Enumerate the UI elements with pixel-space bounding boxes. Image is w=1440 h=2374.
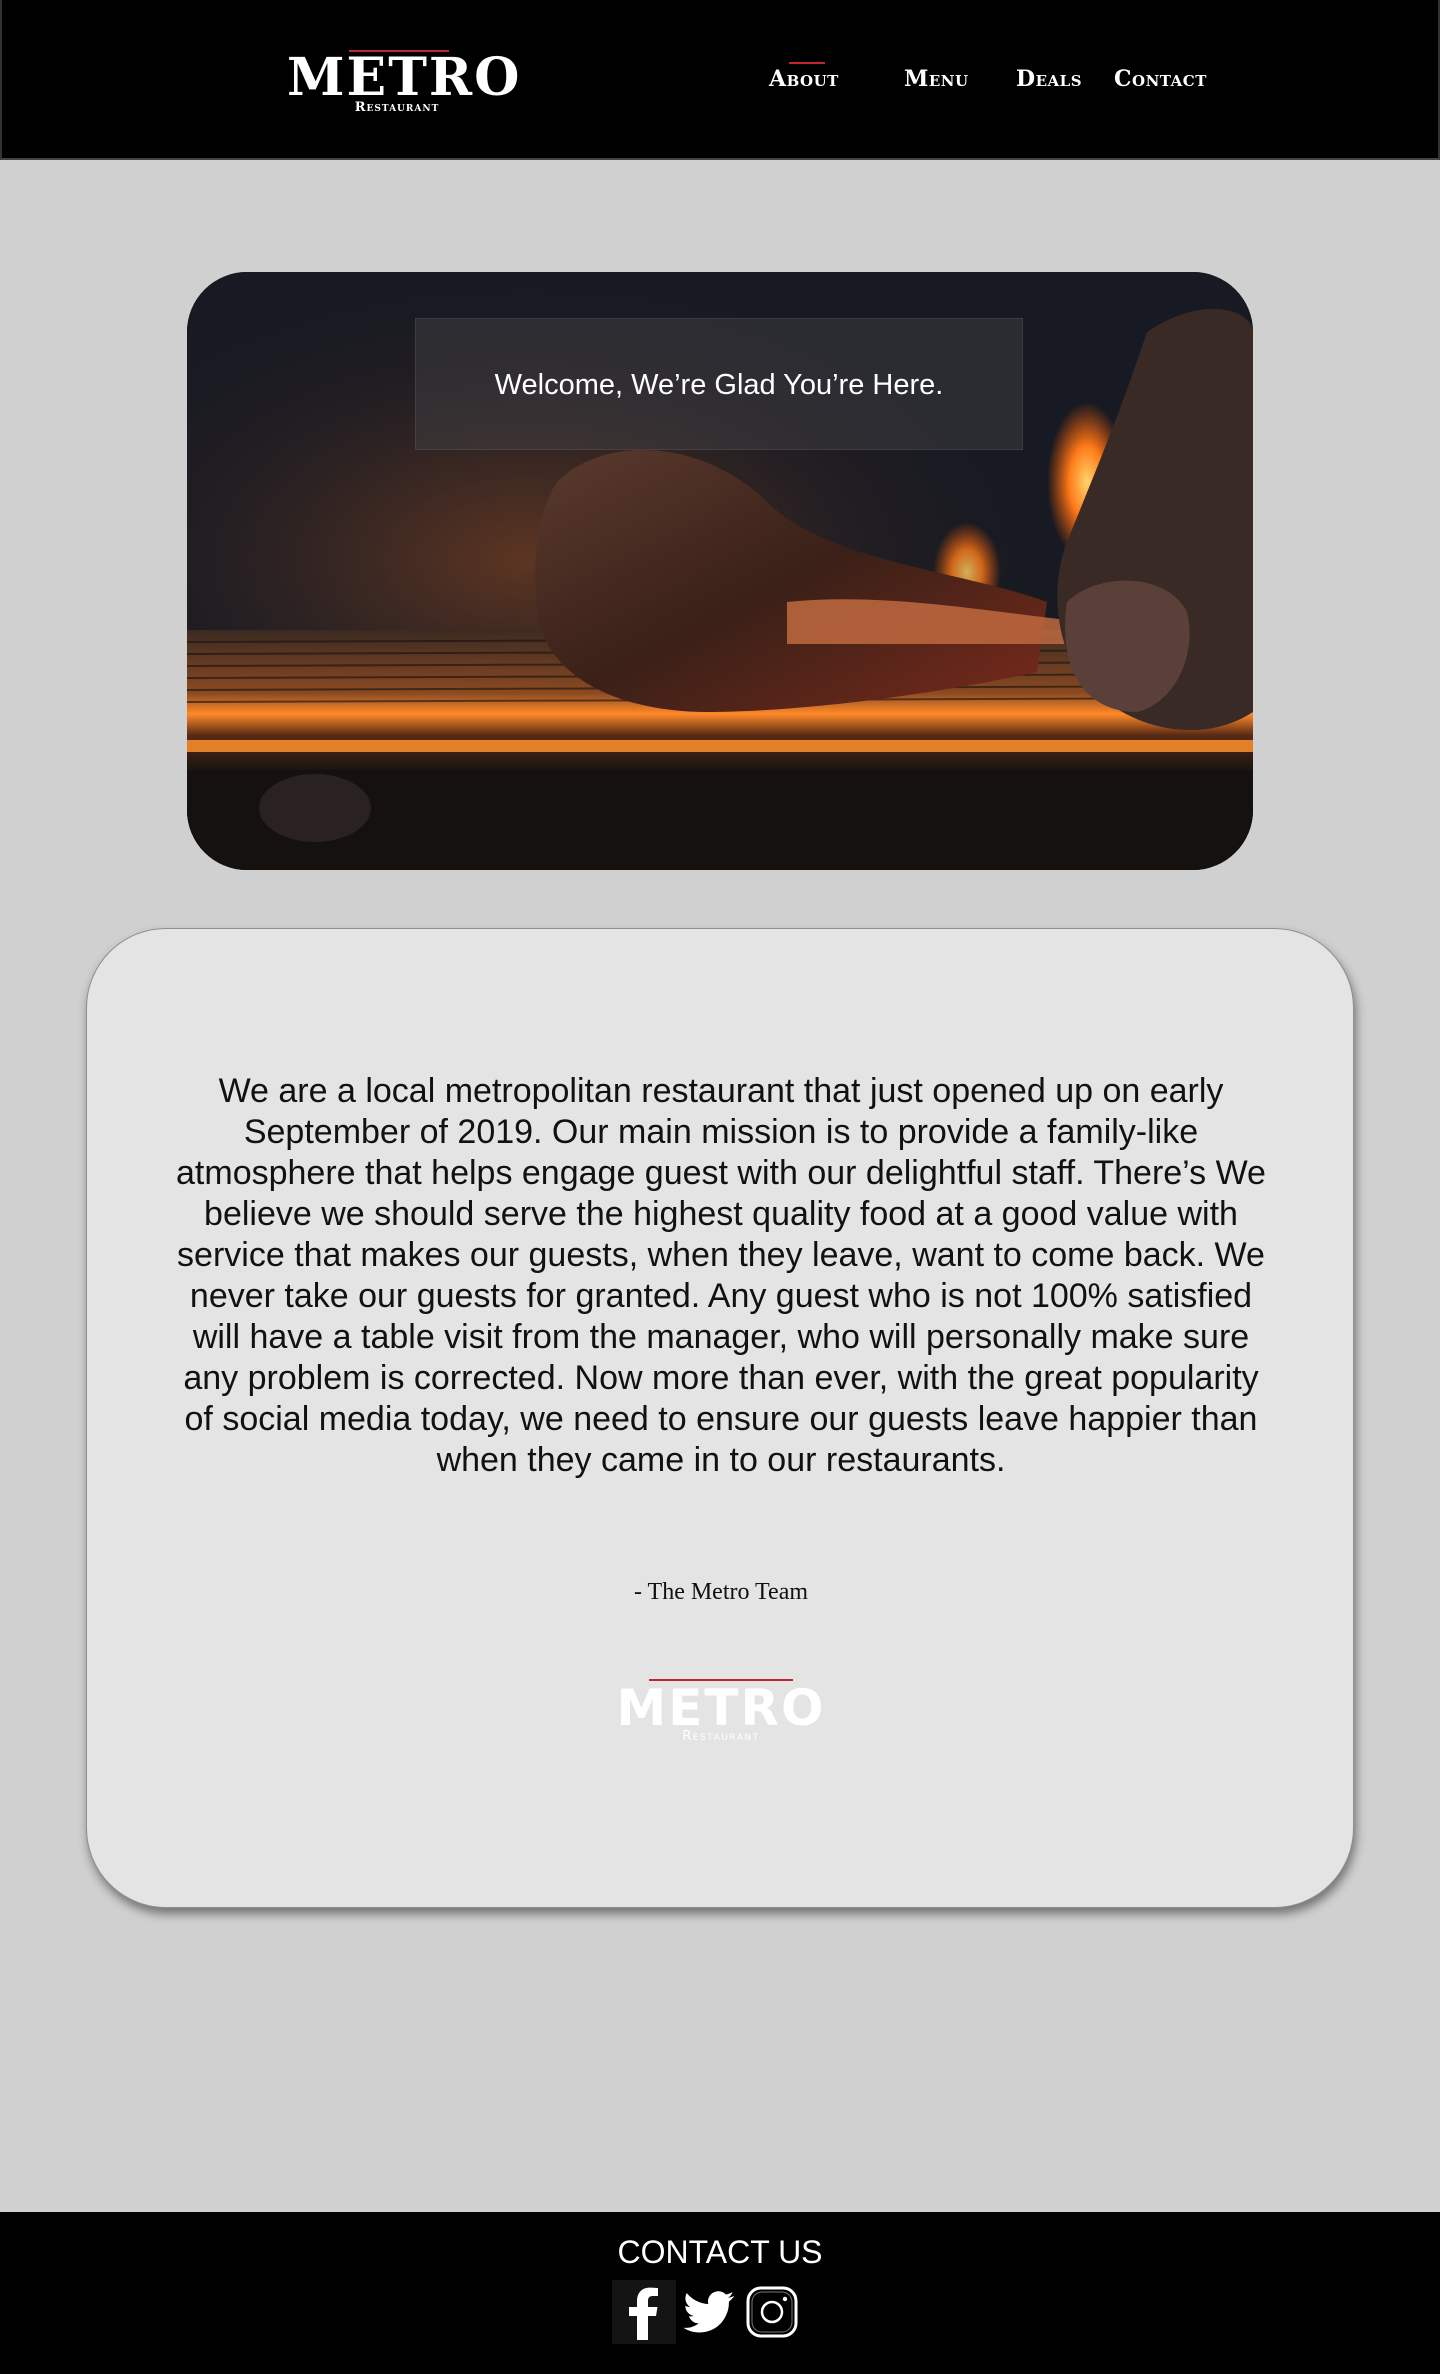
hero-caption: Welcome, We’re Glad You’re Here. (415, 318, 1023, 450)
nav-menu[interactable]: Menu (904, 66, 969, 92)
about-card: We are a local metropolitan restaurant t… (86, 928, 1354, 1908)
main-nav: About Menu Deals Contact (2, 62, 1440, 100)
about-paragraph: We are a local metropolitan restaurant t… (176, 1072, 1266, 1479)
instagram-icon[interactable] (740, 2280, 804, 2344)
nav-deals[interactable]: Deals (1016, 66, 1082, 92)
site-header: METRO Restaurant About Menu Deals Contac… (0, 0, 1440, 160)
site-footer: CONTACT US (0, 2212, 1440, 2374)
nav-about[interactable]: About (769, 62, 839, 92)
signature: - The Metro Team (633, 1579, 809, 1605)
card-logo-wordmark: METRO (616, 1679, 826, 1737)
card-logo-subtitle: Restaurant (682, 1729, 760, 1744)
twitter-icon[interactable] (676, 2280, 740, 2344)
card-logo: METRO Restaurant (611, 1679, 831, 1751)
facebook-icon[interactable] (612, 2280, 676, 2344)
logo-subtitle: Restaurant (354, 100, 440, 115)
nav-contact[interactable]: Contact (1114, 66, 1207, 92)
hero-banner: Welcome, We’re Glad You’re Here. (187, 272, 1253, 870)
footer-title: CONTACT US (617, 2234, 823, 2270)
